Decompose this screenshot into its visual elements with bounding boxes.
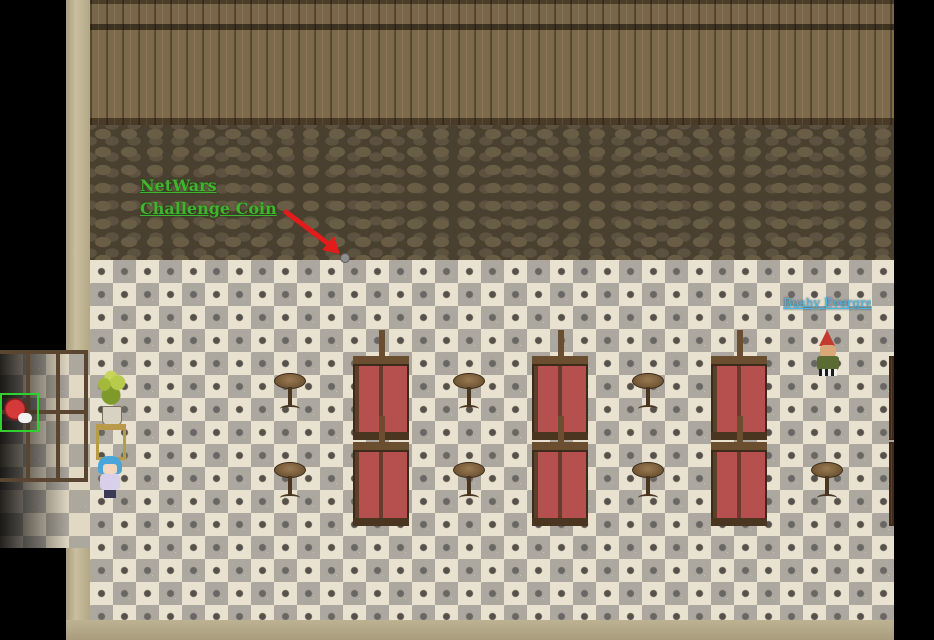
glove-icon: [18, 413, 32, 423]
callout-line-2: Challenge Coin: [140, 199, 277, 218]
callout-line-1: NetWars: [140, 176, 217, 195]
coin-callout-label: NetWars Challenge Coin: [140, 174, 277, 220]
inventory-item-slot[interactable]: [0, 393, 39, 432]
game-scene[interactable]: Bushy Evergreen NetWars Challenge Coin: [0, 0, 934, 640]
red-arrow-annotation: [283, 209, 340, 254]
